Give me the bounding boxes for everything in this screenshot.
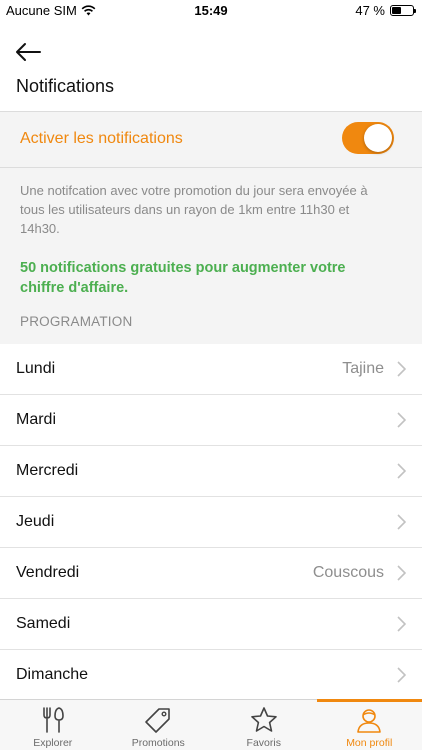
day-name: Mercredi (16, 462, 79, 479)
day-name: Jeudi (16, 513, 55, 530)
days-list: Lundi Tajine Mardi Mercredi Jeudi Vendre… (0, 344, 422, 701)
day-name: Samedi (16, 615, 71, 632)
day-name: Lundi (16, 360, 56, 377)
chevron-right-icon (397, 565, 406, 581)
tab-promotions[interactable]: Promotions (106, 700, 212, 750)
chevron-right-icon (397, 514, 406, 530)
user-icon (355, 706, 383, 734)
status-right: 47 % (355, 3, 416, 18)
day-row-mercredi[interactable]: Mercredi (0, 446, 422, 497)
day-row-jeudi[interactable]: Jeudi (0, 497, 422, 548)
day-row-lundi[interactable]: Lundi Tajine (0, 344, 422, 395)
section-header: PROGRAMATION (20, 314, 133, 329)
back-button[interactable] (12, 38, 44, 66)
chevron-right-icon (397, 616, 406, 632)
info-text: Une notifcation avec votre promotion du … (20, 183, 368, 236)
chevron-right-icon (397, 361, 406, 377)
day-value: Tajine (342, 360, 384, 377)
promo-text: 50 notifications gratuites pour augmente… (20, 260, 346, 296)
tab-mon-profil[interactable]: Mon profil (316, 699, 422, 750)
notifications-toggle-row: Activer les notifications (0, 112, 422, 168)
day-row-samedi[interactable]: Samedi (0, 599, 422, 650)
header: Notifications (0, 22, 422, 112)
battery-level (392, 7, 402, 14)
battery-icon (390, 5, 416, 16)
day-row-dimanche[interactable]: Dimanche (0, 650, 422, 701)
page-title: Notifications (16, 76, 115, 96)
switch-knob (364, 124, 392, 152)
tab-label: Favoris (246, 737, 281, 749)
tab-explorer[interactable]: Explorer (0, 700, 106, 750)
active-tab-indicator (316, 699, 422, 702)
tag-icon (144, 706, 172, 734)
info-section: Une notifcation avec votre promotion du … (0, 168, 422, 344)
status-bar: Aucune SIM 15:49 47 % (0, 0, 422, 22)
battery-percent: 47 % (355, 3, 385, 18)
chevron-right-icon (397, 463, 406, 479)
day-name: Mardi (16, 411, 57, 428)
day-row-vendredi[interactable]: Vendredi Couscous (0, 548, 422, 599)
notifications-switch[interactable] (342, 122, 394, 154)
fork-knife-icon (39, 706, 67, 734)
day-name: Vendredi (16, 564, 80, 581)
tab-bar: Explorer Promotions Favoris Mon profil (0, 699, 422, 750)
tab-favoris[interactable]: Favoris (211, 700, 317, 750)
day-value: Couscous (312, 564, 384, 581)
tab-label: Mon profil (346, 737, 393, 749)
tab-label: Explorer (33, 737, 73, 749)
toggle-label: Activer les notifications (20, 130, 183, 147)
star-icon (250, 706, 278, 734)
chevron-right-icon (397, 667, 406, 683)
tab-label: Promotions (131, 737, 185, 749)
arrow-left-icon (16, 43, 41, 61)
day-row-mardi[interactable]: Mardi (0, 395, 422, 446)
chevron-right-icon (397, 412, 406, 428)
day-name: Dimanche (16, 666, 89, 683)
